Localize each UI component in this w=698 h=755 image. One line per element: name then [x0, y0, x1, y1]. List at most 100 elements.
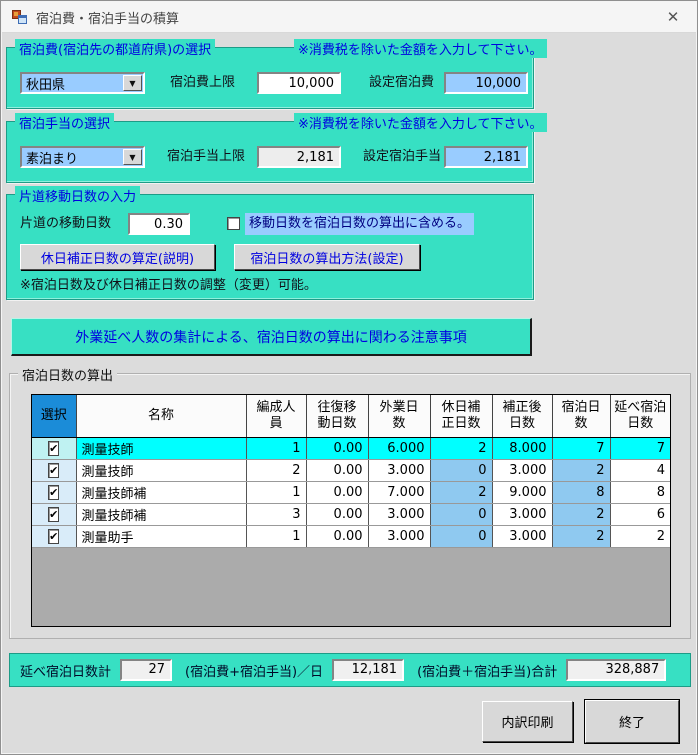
allowance-panel: 宿泊手当の選択 ※消費税を除いた金額を入力して下さい。 素泊まり ▼ 宿泊手当上… [6, 121, 534, 183]
row-checkbox[interactable]: ✔ [48, 507, 59, 522]
cell-totalstay: 7 [610, 437, 670, 459]
col-fielddays: 外業日 数 [368, 395, 430, 437]
lodging-fee-panel-title: 宿泊費(宿泊先の都道府県)の選択 [15, 39, 215, 58]
total-stay-value: 27 [120, 659, 172, 681]
tax-note: ※消費税を除いた金額を入力して下さい。 [294, 39, 547, 58]
row-checkbox[interactable]: ✔ [48, 485, 59, 500]
close-icon[interactable]: ✕ [660, 8, 686, 26]
travel-days-input[interactable] [128, 213, 190, 235]
stay-type-value: 素泊まり [22, 148, 123, 167]
cell-name: 測量技師補 [76, 481, 246, 503]
cell-name: 測量技師 [76, 437, 246, 459]
chevron-down-icon[interactable]: ▼ [123, 149, 142, 165]
prefecture-value: 秋田県 [22, 74, 123, 93]
calc-method-button[interactable]: 宿泊日数の算出方法(設定) [234, 244, 420, 270]
set-allowance-label: 設定宿泊手当 [363, 146, 441, 168]
app-form-icon [12, 9, 28, 25]
cell-totalstay: 8 [610, 481, 670, 503]
window-title: 宿泊費・宿泊手当の積算 [36, 8, 179, 27]
include-travel-checkbox[interactable] [227, 217, 240, 230]
table-row[interactable]: ✔ 測量技師 1 0.00 6.000 2 8.000 7 7 [32, 437, 670, 459]
cell-fielddays: 6.000 [368, 437, 430, 459]
travel-days-panel: 片道移動日数の入力 片道の移動日数 移動日数を宿泊日数の算出に含める。 休日補正… [6, 194, 534, 300]
stay-days-group: 宿泊日数の算出 選択 名称 編成人 員 往復移 動日数 外業日 数 休日補 正日… [9, 373, 691, 639]
allowance-limit-input[interactable] [257, 146, 341, 168]
lodging-fee-panel: 宿泊費(宿泊先の都道府県)の選択 ※消費税を除いた金額を入力して下さい。 秋田県… [6, 47, 534, 109]
col-holidaycorr: 休日補 正日数 [430, 395, 492, 437]
cell-staydays[interactable]: 8 [552, 481, 610, 503]
lodging-limit-label: 宿泊費上限 [170, 72, 235, 94]
cell-roundtrip: 0.00 [306, 459, 368, 481]
cell-roundtrip: 0.00 [306, 525, 368, 547]
chevron-down-icon[interactable]: ▼ [123, 75, 142, 91]
print-breakdown-button[interactable]: 内訳印刷 [482, 701, 573, 742]
table-header-row: 選択 名称 編成人 員 往復移 動日数 外業日 数 休日補 正日数 補正後 日数… [32, 395, 670, 437]
cell-holidaycorr[interactable]: 0 [430, 503, 492, 525]
cell-roundtrip: 0.00 [306, 481, 368, 503]
cell-roundtrip: 0.00 [306, 503, 368, 525]
holiday-correction-button[interactable]: 休日補正日数の算定(説明) [20, 244, 215, 270]
cell-members: 1 [246, 481, 306, 503]
grand-total-label: (宿泊費＋宿泊手当)合計 [417, 661, 557, 680]
row-checkbox[interactable]: ✔ [48, 529, 59, 544]
cell-holidaycorr[interactable]: 2 [430, 481, 492, 503]
row-checkbox[interactable]: ✔ [48, 441, 59, 456]
cell-fielddays: 3.000 [368, 503, 430, 525]
cell-corrected: 3.000 [492, 525, 552, 547]
cell-corrected: 8.000 [492, 437, 552, 459]
cell-members: 1 [246, 437, 306, 459]
set-lodging-input[interactable] [444, 72, 528, 94]
col-totalstay: 延べ宿泊 日数 [610, 395, 670, 437]
title-bar: 宿泊費・宿泊手当の積算 ✕ [2, 2, 696, 33]
cell-corrected: 3.000 [492, 503, 552, 525]
col-name: 名称 [76, 395, 246, 437]
set-allowance-input[interactable] [444, 146, 528, 168]
stay-type-select[interactable]: 素泊まり ▼ [20, 146, 145, 168]
allowance-panel-title: 宿泊手当の選択 [15, 113, 114, 132]
prefecture-select[interactable]: 秋田県 ▼ [20, 72, 145, 94]
cell-corrected: 9.000 [492, 481, 552, 503]
cell-corrected: 3.000 [492, 459, 552, 481]
cell-totalstay: 4 [610, 459, 670, 481]
travel-days-label: 片道の移動日数 [20, 213, 111, 235]
app-window: 宿泊費・宿泊手当の積算 ✕ 宿泊費(宿泊先の都道府県)の選択 ※消費税を除いた金… [0, 0, 698, 755]
cell-totalstay: 2 [610, 525, 670, 547]
cell-members: 3 [246, 503, 306, 525]
table-row[interactable]: ✔ 測量助手 1 0.00 3.000 0 3.000 2 2 [32, 525, 670, 547]
cell-holidaycorr[interactable]: 0 [430, 459, 492, 481]
tax-note-2: ※消費税を除いた金額を入力して下さい。 [294, 113, 547, 132]
row-checkbox[interactable]: ✔ [48, 463, 59, 478]
cell-totalstay: 6 [610, 503, 670, 525]
cell-fielddays: 3.000 [368, 459, 430, 481]
cell-staydays[interactable]: 2 [552, 525, 610, 547]
stay-days-group-title: 宿泊日数の算出 [18, 365, 117, 384]
per-day-label: (宿泊費+宿泊手当)／日 [185, 661, 323, 680]
cell-staydays[interactable]: 2 [552, 459, 610, 481]
cell-name: 測量技師 [76, 459, 246, 481]
allowance-limit-label: 宿泊手当上限 [167, 146, 245, 168]
travel-days-panel-title: 片道移動日数の入力 [15, 186, 140, 205]
cell-holidaycorr[interactable]: 0 [430, 525, 492, 547]
cell-name: 測量助手 [76, 525, 246, 547]
cell-members: 2 [246, 459, 306, 481]
cell-staydays[interactable]: 7 [552, 437, 610, 459]
table-row[interactable]: ✔ 測量技師 2 0.00 3.000 0 3.000 2 4 [32, 459, 670, 481]
cell-holidaycorr[interactable]: 2 [430, 437, 492, 459]
table-row[interactable]: ✔ 測量技師補 3 0.00 3.000 0 3.000 2 6 [32, 503, 670, 525]
stay-days-table: 選択 名称 編成人 員 往復移 動日数 外業日 数 休日補 正日数 補正後 日数… [32, 395, 670, 548]
cell-fielddays: 3.000 [368, 525, 430, 547]
adjustment-note: ※宿泊日数及び休日補正日数の調整（変更）可能。 [20, 275, 317, 297]
table-row[interactable]: ✔ 測量技師補 1 0.00 7.000 2 9.000 8 8 [32, 481, 670, 503]
cell-members: 1 [246, 525, 306, 547]
lodging-limit-input[interactable] [257, 72, 341, 94]
exit-button[interactable]: 終了 [585, 700, 679, 743]
col-roundtrip: 往復移 動日数 [306, 395, 368, 437]
col-members: 編成人 員 [246, 395, 306, 437]
total-stay-label: 延べ宿泊日数計 [20, 661, 111, 680]
col-corrected: 補正後 日数 [492, 395, 552, 437]
grand-total-value: 328,887 [566, 659, 666, 681]
include-travel-checkbox-label: 移動日数を宿泊日数の算出に含める。 [245, 213, 474, 235]
col-staydays: 宿泊日 数 [552, 395, 610, 437]
notice-button[interactable]: 外業延べ人数の集計による、宿泊日数の算出に関わる注意事項 [11, 318, 532, 356]
cell-staydays[interactable]: 2 [552, 503, 610, 525]
